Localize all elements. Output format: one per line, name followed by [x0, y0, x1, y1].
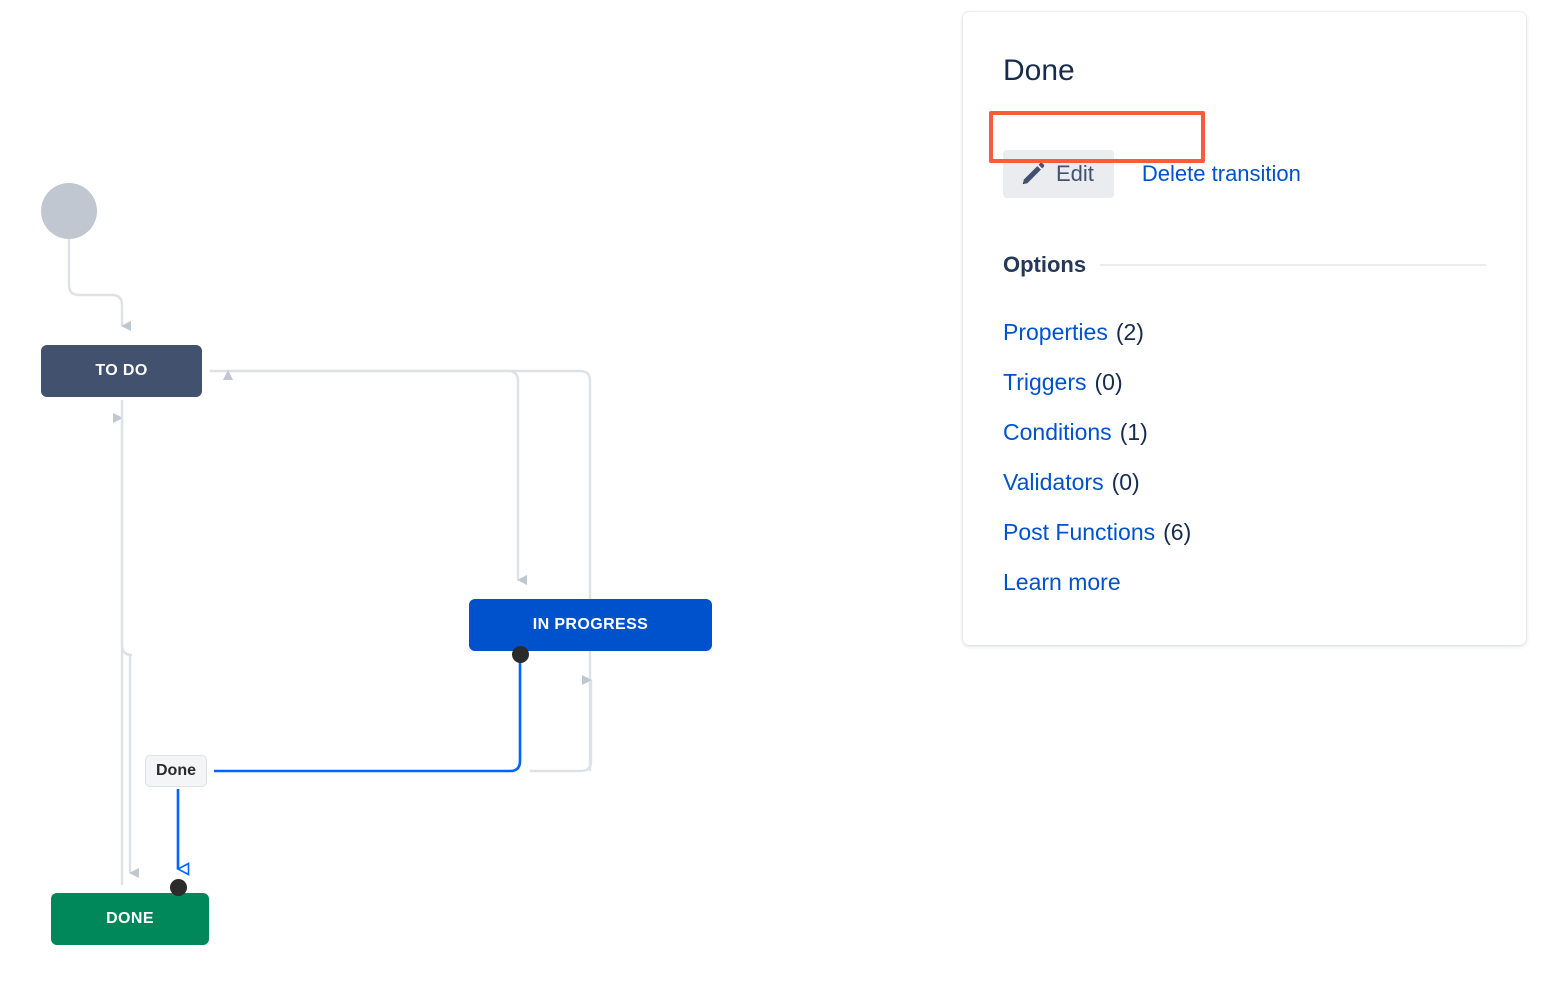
edge-start-to-todo — [67, 239, 131, 331]
edit-button[interactable]: Edit — [1003, 150, 1114, 198]
workflow-start-node[interactable] — [41, 183, 97, 239]
node-label-todo: TO DO — [95, 362, 148, 379]
options-list-item-properties: Properties (2) — [1003, 307, 1191, 357]
panel-action-row: Edit Delete transition — [1003, 150, 1301, 198]
options-list: Properties (2) Triggers (0) Conditions (… — [1003, 307, 1191, 607]
edge-inprogress-to-todo — [223, 369, 592, 773]
options-divider — [1100, 264, 1486, 266]
edge-todo-to-inprogress — [210, 369, 527, 585]
triggers-count: (0) — [1094, 368, 1123, 395]
edge-loop-to-inprogress — [530, 675, 593, 773]
post-functions-count: (6) — [1163, 518, 1192, 545]
conditions-link[interactable]: Conditions — [1003, 419, 1112, 446]
pencil-icon — [1020, 161, 1046, 187]
transition-endpoint-handle-done[interactable] — [170, 879, 187, 896]
conditions-count: (1) — [1119, 418, 1148, 445]
delete-transition-link[interactable]: Delete transition — [1142, 161, 1301, 187]
options-list-item-post-functions: Post Functions (6) — [1003, 507, 1191, 557]
options-list-item-learn-more: Learn more — [1003, 557, 1191, 607]
workflow-status-node-done[interactable]: DONE — [51, 893, 209, 945]
workflow-diagram-canvas: TO DO IN PROGRESS DONE Done — [0, 0, 960, 998]
validators-count: (0) — [1111, 468, 1140, 495]
transition-endpoint-handle-in-progress[interactable] — [512, 646, 529, 663]
edge-todo-to-done — [120, 400, 139, 878]
transition-label-text: Done — [156, 762, 196, 779]
options-section-header: Options — [1003, 252, 1486, 278]
transition-label-done[interactable]: Done — [145, 755, 207, 787]
options-list-item-validators: Validators (0) — [1003, 457, 1191, 507]
options-list-item-conditions: Conditions (1) — [1003, 407, 1191, 457]
options-heading: Options — [1003, 252, 1087, 277]
node-label-done: DONE — [106, 910, 154, 927]
edge-selected-inprogress-to-done-label — [214, 655, 522, 773]
workflow-status-node-todo[interactable]: TO DO — [41, 345, 202, 397]
triggers-link[interactable]: Triggers — [1003, 369, 1087, 396]
properties-count: (2) — [1115, 318, 1144, 345]
workflow-edges — [67, 239, 593, 885]
options-list-item-triggers: Triggers (0) — [1003, 357, 1191, 407]
properties-link[interactable]: Properties — [1003, 319, 1108, 346]
panel-title: Done — [1003, 54, 1075, 87]
learn-more-link[interactable]: Learn more — [1003, 569, 1121, 596]
post-functions-link[interactable]: Post Functions — [1003, 519, 1155, 546]
validators-link[interactable]: Validators — [1003, 469, 1104, 496]
edit-button-label: Edit — [1056, 161, 1094, 186]
workflow-status-node-in-progress[interactable]: IN PROGRESS — [469, 599, 712, 651]
node-label-in-progress: IN PROGRESS — [532, 616, 649, 633]
transition-detail-panel: Done Edit Delete transition Options Prop… — [963, 12, 1526, 645]
